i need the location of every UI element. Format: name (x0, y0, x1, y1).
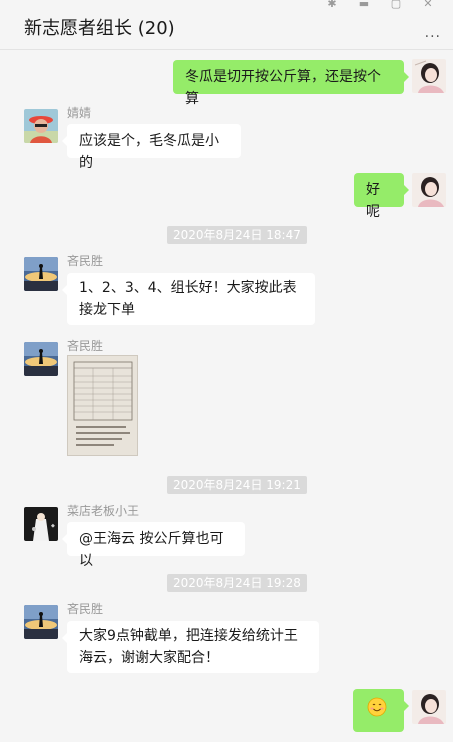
image-message[interactable] (67, 355, 138, 456)
message-bubble-self[interactable]: 好呢 (354, 173, 409, 220)
window-controls: ✱ ▬ ▢ ✕ (325, 0, 435, 10)
sender-avatar[interactable] (24, 257, 58, 291)
message-bubble[interactable]: @王海云 按公斤算也可以 (62, 522, 245, 569)
pin-icon[interactable]: ✱ (325, 0, 339, 10)
document-photo-icon (68, 356, 137, 455)
more-options-icon[interactable]: ··· (425, 29, 441, 45)
sender-avatar[interactable]: ◆ (24, 507, 58, 541)
sender-name: 吝民胜 (67, 254, 104, 268)
self-avatar[interactable] (412, 690, 446, 724)
sender-avatar[interactable] (24, 109, 58, 143)
message-bubble-self[interactable] (353, 689, 409, 732)
close-icon[interactable]: ✕ (421, 0, 435, 10)
svg-text:◆: ◆ (51, 523, 55, 529)
sender-name: 吝民胜 (67, 339, 104, 353)
sender-name: 吝民胜 (67, 602, 104, 616)
timestamp: 2020年8月24日 19:21 (167, 476, 307, 494)
sender-avatar[interactable] (24, 605, 58, 639)
minimize-icon[interactable]: ▬ (357, 0, 371, 10)
timestamp: 2020年8月24日 19:28 (167, 574, 307, 592)
timestamp: 2020年8月24日 18:47 (167, 226, 307, 244)
chat-header: 新志愿者组长 (20) ✱ ▬ ▢ ✕ ··· (0, 0, 453, 50)
sender-name: 菜店老板小王 (67, 504, 140, 518)
sender-name: 婧婧 (67, 106, 92, 120)
self-avatar[interactable] (412, 59, 446, 93)
self-avatar[interactable] (412, 173, 446, 207)
maximize-icon[interactable]: ▢ (389, 0, 403, 10)
smile-emoji-icon (367, 697, 387, 717)
message-bubble[interactable]: 应该是个，毛冬瓜是小的 (62, 124, 241, 171)
chat-title: 新志愿者组长 (20) (24, 18, 175, 39)
message-bubble[interactable]: 大家9点钟截单，把连接发给统计王海云，谢谢大家配合！ (62, 621, 319, 673)
message-bubble-self[interactable]: 冬瓜是切开按公斤算，还是按个算 (173, 60, 409, 107)
sender-avatar[interactable] (24, 342, 58, 376)
message-bubble[interactable]: 1、2、3、4、组长好！大家按此表接龙下单 (62, 273, 315, 325)
